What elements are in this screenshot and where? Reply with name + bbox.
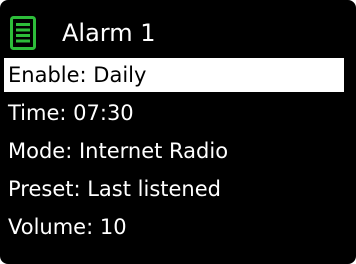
list-icon <box>10 16 36 50</box>
menu-item-volume[interactable]: Volume: 10 <box>8 210 127 244</box>
page-title: Alarm 1 <box>62 19 156 47</box>
menu-item-time[interactable]: Time: 07:30 <box>8 96 134 130</box>
title-bar: Alarm 1 <box>0 6 356 56</box>
menu-item-preset[interactable]: Preset: Last listened <box>8 172 221 206</box>
menu-item-enable[interactable]: Enable: Daily <box>4 58 344 92</box>
device-screen: Alarm 1 Enable: Daily Time: 07:30 Mode: … <box>0 0 356 264</box>
menu-item-mode[interactable]: Mode: Internet Radio <box>8 134 228 168</box>
